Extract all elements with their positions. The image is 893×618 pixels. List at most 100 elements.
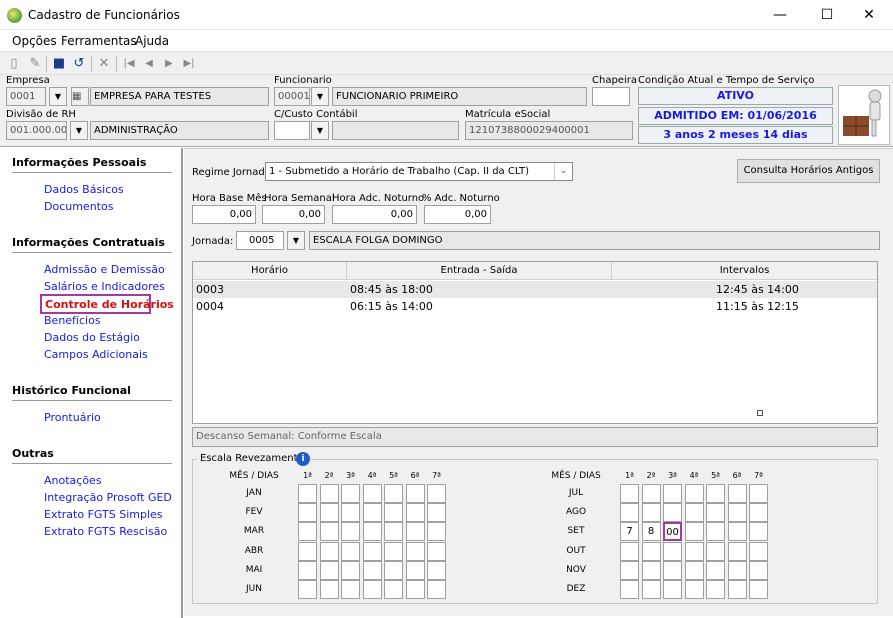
day-cell[interactable] <box>405 522 425 542</box>
jornada-code-field[interactable]: 0005 <box>236 231 284 250</box>
hora-adc-field[interactable]: 0,00 <box>332 205 417 224</box>
day-cell[interactable] <box>405 484 425 503</box>
day-cell[interactable] <box>706 484 725 503</box>
menu-ajuda[interactable]: Ajuda <box>135 34 169 48</box>
day-cell[interactable] <box>706 503 725 523</box>
day-cell[interactable] <box>427 541 446 561</box>
day-cell[interactable] <box>727 484 747 503</box>
day-cell[interactable] <box>319 560 339 580</box>
day-cell[interactable] <box>362 503 382 523</box>
nav-beneficios[interactable]: Benefícios <box>44 314 101 327</box>
chevron-down-icon[interactable]: ⌄ <box>554 163 572 180</box>
chapeira-field[interactable] <box>592 87 630 106</box>
day-cell[interactable] <box>319 503 339 523</box>
day-cell[interactable] <box>362 522 382 542</box>
day-cell[interactable] <box>384 503 403 523</box>
day-cell[interactable] <box>749 503 768 523</box>
nav-salarios-indicadores[interactable]: Salários e Indicadores <box>44 280 165 293</box>
empresa-code-field[interactable]: 0001 <box>6 87 46 106</box>
day-cell[interactable] <box>384 580 403 599</box>
day-cell[interactable] <box>341 522 360 542</box>
day-cell[interactable] <box>749 580 768 599</box>
day-cell[interactable] <box>341 484 360 503</box>
last-record-icon[interactable]: ▶| <box>180 55 198 73</box>
day-cell[interactable] <box>620 580 639 599</box>
day-cell[interactable]: 7 <box>620 522 639 542</box>
nav-integracao-ged[interactable]: Integração Prosoft GED <box>44 491 172 504</box>
day-cell[interactable] <box>620 541 639 561</box>
day-cell[interactable] <box>641 580 661 599</box>
day-cell[interactable] <box>384 560 403 580</box>
ccusto-code-field[interactable] <box>274 121 310 140</box>
day-cell[interactable] <box>727 560 747 580</box>
day-cell[interactable] <box>319 580 339 599</box>
day-cell[interactable] <box>362 484 382 503</box>
info-icon[interactable]: i <box>296 452 310 466</box>
day-cell[interactable] <box>749 560 768 580</box>
day-cell[interactable] <box>427 503 446 523</box>
day-cell[interactable] <box>298 560 317 580</box>
day-cell[interactable] <box>405 503 425 523</box>
hora-base-field[interactable]: 0,00 <box>192 205 256 224</box>
day-cell[interactable] <box>706 560 725 580</box>
day-cell[interactable] <box>362 580 382 599</box>
day-cell[interactable] <box>727 522 747 542</box>
day-cell[interactable] <box>384 522 403 542</box>
divisao-code-field[interactable]: 001.000.000 <box>6 121 67 140</box>
day-cell[interactable] <box>341 541 360 561</box>
resize-handle-icon[interactable] <box>757 410 763 416</box>
nav-anotacoes[interactable]: Anotações <box>44 474 102 487</box>
funcionario-dropdown-button[interactable]: ▼ <box>311 87 329 106</box>
day-cell[interactable] <box>427 484 446 503</box>
day-cell[interactable] <box>684 541 704 561</box>
day-cell[interactable] <box>319 541 339 561</box>
maximize-button[interactable]: ☐ <box>804 0 850 30</box>
day-cell[interactable] <box>405 541 425 561</box>
day-cell[interactable] <box>405 560 425 580</box>
funcionario-code-field[interactable]: 00001 <box>274 87 310 106</box>
day-cell[interactable]: 00 <box>663 522 682 542</box>
day-cell[interactable] <box>341 503 360 523</box>
day-cell[interactable] <box>663 580 682 599</box>
table-row[interactable]: 0003 08:45 às 18:00 12:45 às 14:00 <box>193 281 877 298</box>
day-cell[interactable] <box>620 503 639 523</box>
ccusto-dropdown-button[interactable]: ▼ <box>311 121 329 140</box>
column-header-intervalos[interactable]: Intervalos <box>612 262 877 280</box>
hora-semanal-field[interactable]: 0,00 <box>262 205 325 224</box>
table-row[interactable]: 0004 06:15 às 14:00 11:15 às 12:15 <box>193 298 877 315</box>
nav-documentos[interactable]: Documentos <box>44 200 113 213</box>
empresa-dropdown-button[interactable]: ▼ <box>49 87 67 106</box>
regime-select[interactable]: 1 - Submetido a Horário de Trabalho (Cap… <box>265 162 573 181</box>
day-cell[interactable] <box>663 503 682 523</box>
nav-prontuario[interactable]: Prontuário <box>44 411 101 424</box>
day-cell[interactable] <box>663 484 682 503</box>
menu-opcoes[interactable]: Opções <box>12 34 57 48</box>
day-cell[interactable] <box>684 522 704 542</box>
nav-dados-basicos[interactable]: Dados Básicos <box>44 183 124 196</box>
day-cell[interactable] <box>298 484 317 503</box>
day-cell[interactable] <box>319 522 339 542</box>
day-cell[interactable] <box>405 580 425 599</box>
nav-campos-adicionais[interactable]: Campos Adicionais <box>44 348 148 361</box>
undo-icon[interactable]: ↺ <box>70 55 88 73</box>
consulta-horarios-button[interactable]: Consulta Horários Antigos <box>737 159 880 183</box>
day-cell[interactable] <box>684 503 704 523</box>
day-cell[interactable] <box>749 522 768 542</box>
day-cell[interactable] <box>341 580 360 599</box>
day-cell[interactable] <box>749 541 768 561</box>
new-document-icon[interactable]: ▯ <box>5 55 23 73</box>
edit-icon[interactable]: ✎ <box>26 55 44 73</box>
day-cell[interactable] <box>727 541 747 561</box>
day-cell[interactable] <box>362 541 382 561</box>
day-cell[interactable] <box>384 541 403 561</box>
day-cell[interactable] <box>706 522 725 542</box>
close-button[interactable]: ✕ <box>846 0 892 30</box>
day-cell[interactable] <box>727 580 747 599</box>
nav-dados-estagio[interactable]: Dados do Estágio <box>44 331 140 344</box>
day-cell[interactable] <box>427 522 446 542</box>
menu-ferramentas[interactable]: Ferramentas <box>61 34 137 48</box>
day-cell[interactable] <box>641 541 661 561</box>
next-record-icon[interactable]: ▶ <box>160 55 178 73</box>
nav-controle-horarios[interactable]: Controle de Horários <box>40 294 174 314</box>
day-cell[interactable] <box>684 580 704 599</box>
